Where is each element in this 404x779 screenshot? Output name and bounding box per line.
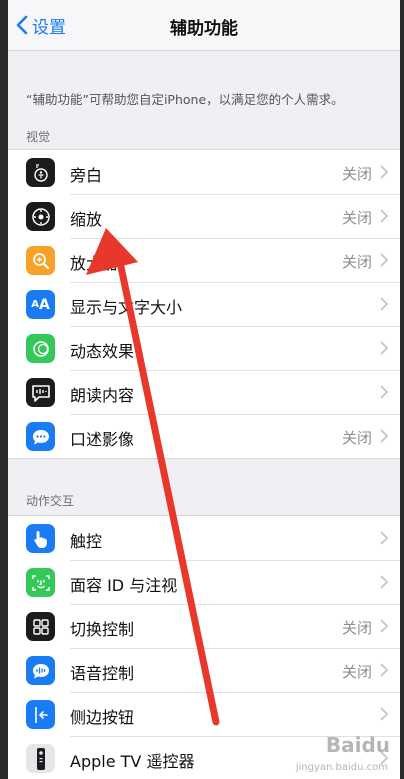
- chevron-right-icon: [380, 663, 388, 677]
- touch-icon: [26, 524, 55, 553]
- magnifier-icon: [26, 246, 55, 275]
- chevron-right-icon: [380, 531, 388, 545]
- section-header-interaction: 动作交互: [26, 494, 75, 508]
- row-label: 面容 ID 与注视: [70, 576, 178, 595]
- chevron-right-icon: [380, 165, 388, 179]
- row-value: 关闭: [341, 619, 372, 637]
- watermark-logo: Baidu: [325, 733, 390, 757]
- list-item[interactable]: 口述影像 关闭: [8, 414, 400, 458]
- row-value: 关闭: [341, 209, 372, 227]
- list-item[interactable]: 语音控制 关闭: [8, 648, 400, 692]
- audio-description-icon: [26, 422, 55, 451]
- list-item[interactable]: 面容 ID 与注视: [8, 560, 400, 604]
- list-item[interactable]: 旁白 关闭: [8, 150, 400, 194]
- tv-remote-icon: [26, 744, 55, 773]
- zoom-icon: [26, 202, 55, 231]
- list-item[interactable]: 切换控制 关闭: [8, 604, 400, 648]
- accessibility-screen: 设置 辅助功能 “辅助功能”可帮助您自定iPhone，以满足您的个人需求。 视觉…: [8, 0, 400, 779]
- row-label: 放大器: [70, 254, 119, 273]
- row-label: 口述影像: [70, 430, 135, 449]
- row-label: 切换控制: [70, 620, 135, 639]
- row-label: 侧边按钮: [70, 708, 135, 727]
- list-item[interactable]: 缩放 关闭: [8, 194, 400, 238]
- chevron-right-icon: [380, 297, 388, 311]
- list-item[interactable]: 动态效果: [8, 326, 400, 370]
- chevron-right-icon: [380, 253, 388, 267]
- voiceover-icon: [26, 158, 55, 187]
- list-item[interactable]: 朗读内容: [8, 370, 400, 414]
- chevron-right-icon: [380, 209, 388, 223]
- chevron-right-icon: [380, 341, 388, 355]
- chevron-right-icon: [380, 429, 388, 443]
- row-label: 触控: [70, 532, 103, 551]
- switch-control-icon: [26, 612, 55, 641]
- intro-text: “辅助功能”可帮助您自定iPhone，以满足您的个人需求。: [26, 92, 344, 107]
- side-button-icon: [26, 700, 55, 729]
- motion-icon: [26, 334, 55, 363]
- row-value: 关闭: [341, 165, 372, 183]
- list-item[interactable]: 放大器 关闭: [8, 238, 400, 282]
- chevron-right-icon: [380, 707, 388, 721]
- row-label: 动态效果: [70, 342, 135, 361]
- chevron-right-icon: [380, 575, 388, 589]
- left-edge: [0, 0, 8, 779]
- text-size-icon: AA: [26, 290, 55, 319]
- list-item[interactable]: AA 显示与文字大小: [8, 282, 400, 326]
- vision-group: 旁白 关闭 缩放 关闭 放大器 关闭 AA 显示与文字大小 动态效果 朗读内容 …: [8, 149, 400, 459]
- row-value: 关闭: [341, 253, 372, 271]
- row-label: 缩放: [70, 210, 103, 229]
- list-item[interactable]: 侧边按钮: [8, 692, 400, 736]
- chevron-right-icon: [380, 619, 388, 633]
- row-label: 旁白: [70, 166, 103, 185]
- face-id-icon: [26, 568, 55, 597]
- row-label: Apple TV 遥控器: [70, 752, 195, 771]
- page-title: 辅助功能: [170, 19, 238, 39]
- navigation-bar: 设置 辅助功能: [8, 0, 400, 51]
- watermark-url: jingyan.baidu.com: [295, 762, 388, 773]
- row-label: 显示与文字大小: [70, 298, 183, 317]
- row-value: 关闭: [341, 429, 372, 447]
- list-item[interactable]: 触控: [8, 516, 400, 560]
- row-value: 关闭: [341, 663, 372, 681]
- voice-control-icon: [26, 656, 55, 685]
- right-edge: [400, 0, 404, 779]
- chevron-right-icon: [380, 385, 388, 399]
- row-label: 朗读内容: [70, 386, 135, 405]
- speech-icon: [26, 378, 55, 407]
- section-header-vision: 视觉: [26, 130, 51, 144]
- row-label: 语音控制: [70, 664, 135, 683]
